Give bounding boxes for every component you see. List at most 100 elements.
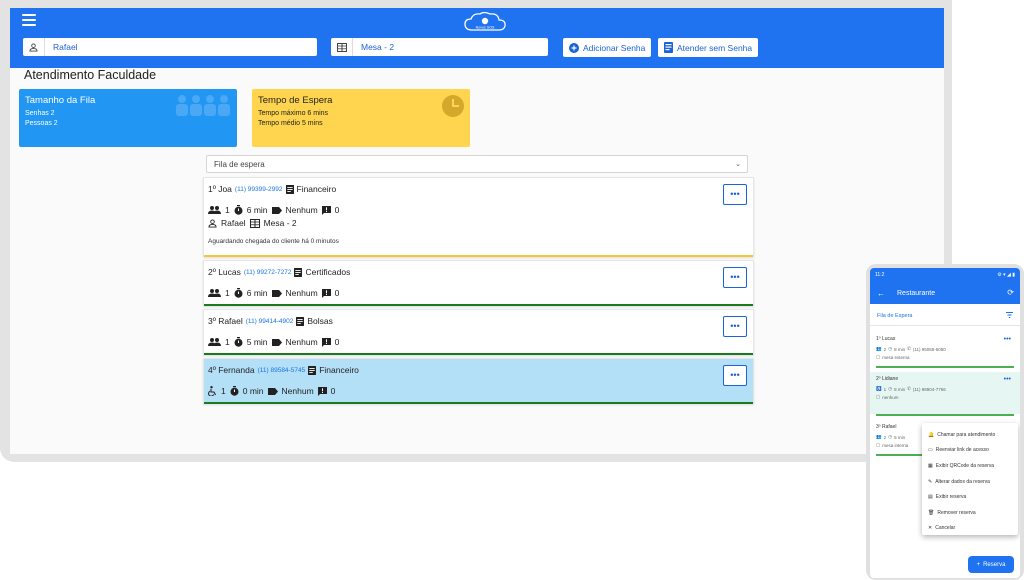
phone-queue-item-2[interactable]: 2º Lidiane ••• ♿ 1 ◷ 8 min ✆ (11) 98904-776… (870, 372, 1020, 414)
queue-item-tag: Nenhum (285, 337, 318, 347)
table-field[interactable]: Mesa - 2 (331, 38, 548, 56)
comment-icon: ▢ (876, 394, 881, 399)
queue-item-time: 5 min (246, 337, 268, 347)
queue-item-time: 6 min (246, 288, 268, 298)
queue-item-header: 3º Rafael (11) 99414-4902 Bolsas (208, 316, 747, 326)
queue-size-card: Tamanho da Fila Senhas 2 Pessoas 2 (19, 89, 237, 147)
menu-item-call[interactable]: 🔔 Chamar para atendimento (922, 427, 1018, 443)
alarm-icon (234, 288, 243, 298)
queue-select-value: Fila de espera (214, 159, 265, 169)
queue-item-position: 4º Fernanda (208, 365, 255, 375)
wait-time-max: Tempo máximo 6 mins (258, 110, 329, 117)
wheelchair-icon: ♿ (876, 386, 882, 391)
document-icon (308, 365, 317, 375)
menu-item-cancel[interactable]: ✕ Cancelar (922, 521, 1018, 537)
queue-item-status-bar (204, 402, 753, 404)
more-icon[interactable]: ••• (723, 184, 747, 205)
wait-time-title: Tempo de Espera (258, 95, 333, 106)
queue-item-meta: 1 6 min Nenhum 0 (208, 288, 747, 298)
menu-item-label: Exibir reserva (935, 494, 967, 501)
document-icon (285, 184, 294, 194)
user-field[interactable]: Rafael (23, 38, 317, 56)
document-icon (296, 316, 305, 326)
more-icon[interactable]: ••• (723, 267, 747, 288)
queue-item-meta: 1 0 min Nenhum 0 (208, 386, 747, 396)
serve-without-ticket-button[interactable]: Atender sem Senha (658, 38, 759, 57)
queue-item-header: 1º Joa (11) 99399-2992 Financeiro (208, 184, 747, 194)
status-time: 11:2 (875, 272, 885, 278)
more-icon[interactable]: ••• (723, 365, 747, 386)
document-icon (294, 267, 303, 277)
alarm-icon (234, 337, 243, 347)
ticket-icon (664, 42, 673, 53)
menu-item-label: Alterar dados da reserva (935, 478, 990, 485)
phone-item-place-text: nenhum (882, 394, 899, 400)
queue-item-people: 1 (221, 386, 226, 396)
more-icon[interactable]: ••• (1004, 336, 1011, 343)
queue-item-service: Financeiro (296, 184, 337, 194)
phone-filter-label: Fila de Espera (877, 313, 913, 319)
plus-icon: + (976, 561, 981, 568)
menu-icon[interactable] (22, 14, 36, 26)
more-icon[interactable]: ••• (723, 316, 747, 337)
people-icon: 👥 (876, 434, 882, 439)
desktop-frame: Novos SOS Rafael Mesa - 2 Adicionar Senh… (0, 0, 952, 462)
phone-context-menu: 🔔 Chamar para atendimento ▭ Reenviar link … (922, 423, 1018, 535)
queue-item[interactable]: 4º Fernanda (11) 89584-5745 Financeiro 1 0 m… (203, 358, 754, 404)
back-arrow-icon[interactable]: ← (877, 289, 885, 298)
wheelchair-icon (208, 386, 217, 396)
queue-item-header: 4º Fernanda (11) 89584-5745 Financeiro (208, 365, 747, 375)
phone-screen: 11:2 ⚙ ▾ ◢ ▮ ← Restaurante ⟳ Fila de Esp… (870, 268, 1020, 578)
document-icon: ▤ (928, 494, 933, 501)
queue-item-comments: 0 (334, 337, 340, 347)
people-icon: 👥 (876, 346, 882, 351)
queue-item[interactable]: 2º Lucas (11) 99272-7272 Certificados 1 6 mi… (203, 260, 754, 306)
queue-item-status-bar (204, 255, 753, 257)
message-icon: ▭ (928, 447, 933, 454)
queue-item-meta: 1 6 min Nenhum 0 (208, 205, 747, 215)
phone-item-time: 5 min (894, 434, 906, 440)
phone-item-phone: (11) 98904-7766 (912, 386, 946, 392)
app-bar: Novos SOS Rafael Mesa - 2 Adicionar Senh… (10, 8, 944, 68)
alarm-icon (234, 205, 243, 215)
phone-item-divider (876, 414, 1014, 416)
phone-filter[interactable]: Fila de Espera (870, 304, 1020, 326)
edit-icon: ✎ (928, 478, 933, 485)
queue-item-position: 3º Rafael (208, 316, 243, 326)
menu-item-show-qrcode[interactable]: ▦ Exibir QRCode da reserva (922, 458, 1018, 474)
menu-item-resend-link[interactable]: ▭ Reenviar link de acesso (922, 443, 1018, 459)
alarm-icon (230, 386, 239, 396)
phone-item-people: 2 (883, 346, 887, 352)
queue-item[interactable]: 1º Joa (11) 99399-2992 Financeiro 1 6 min Nen… (203, 177, 754, 257)
phone-frame: 11:2 ⚙ ▾ ◢ ▮ ← Restaurante ⟳ Fila de Esp… (866, 264, 1024, 580)
filter-icon[interactable] (1006, 312, 1013, 318)
phone-item-time: 8 min (894, 346, 906, 352)
queue-item-service: Bolsas (307, 316, 333, 326)
queue-item-time: 6 min (246, 205, 268, 215)
queue-select[interactable]: Fila de espera ⌄ (206, 155, 748, 173)
add-reservation-button[interactable]: + Reserva (968, 556, 1014, 573)
menu-item-label: Chamar para atendimento (937, 431, 996, 438)
menu-item-label: Reenviar link de acesso (935, 447, 989, 454)
queue-list: 1º Joa (11) 99399-2992 Financeiro 1 6 min Nen… (203, 177, 754, 407)
person-icon (208, 218, 217, 228)
queue-item[interactable]: 3º Rafael (11) 99414-4902 Bolsas 1 5 min Nenh… (203, 309, 754, 355)
queue-item-phone: (11) 89584-5745 (257, 366, 306, 374)
more-icon[interactable]: ••• (1004, 376, 1011, 383)
phone-status-bar: 11:2 ⚙ ▾ ◢ ▮ (870, 268, 1020, 282)
add-ticket-button[interactable]: Adicionar Senha (563, 38, 652, 57)
comment-icon: ▢ (876, 442, 881, 447)
queue-item-tag: Nenhum (281, 386, 314, 396)
menu-item-edit[interactable]: ✎ Alterar dados da reserva (922, 474, 1018, 490)
phone-item-meta: 👥 2 ◷ 8 min ✆ (11) 95055-5050 (876, 346, 1014, 352)
phone-item-divider (876, 454, 922, 456)
phone-item-divider (876, 366, 1014, 368)
refresh-icon[interactable]: ⟳ (1007, 288, 1014, 297)
menu-item-show[interactable]: ▤ Exibir reserva (922, 489, 1018, 505)
menu-item-remove[interactable]: 🗑 Remover reserva (922, 505, 1018, 521)
phone-item-time: 8 min (894, 386, 906, 392)
phone-queue-item-1[interactable]: 1º Lucas ••• 👥 2 ◷ 8 min ✆ (11) 95055-5050 … (870, 332, 1020, 364)
menu-item-label: Cancelar (935, 525, 956, 532)
comment-icon (321, 337, 331, 347)
queue-item-header: 2º Lucas (11) 99272-7272 Certificados (208, 267, 747, 277)
